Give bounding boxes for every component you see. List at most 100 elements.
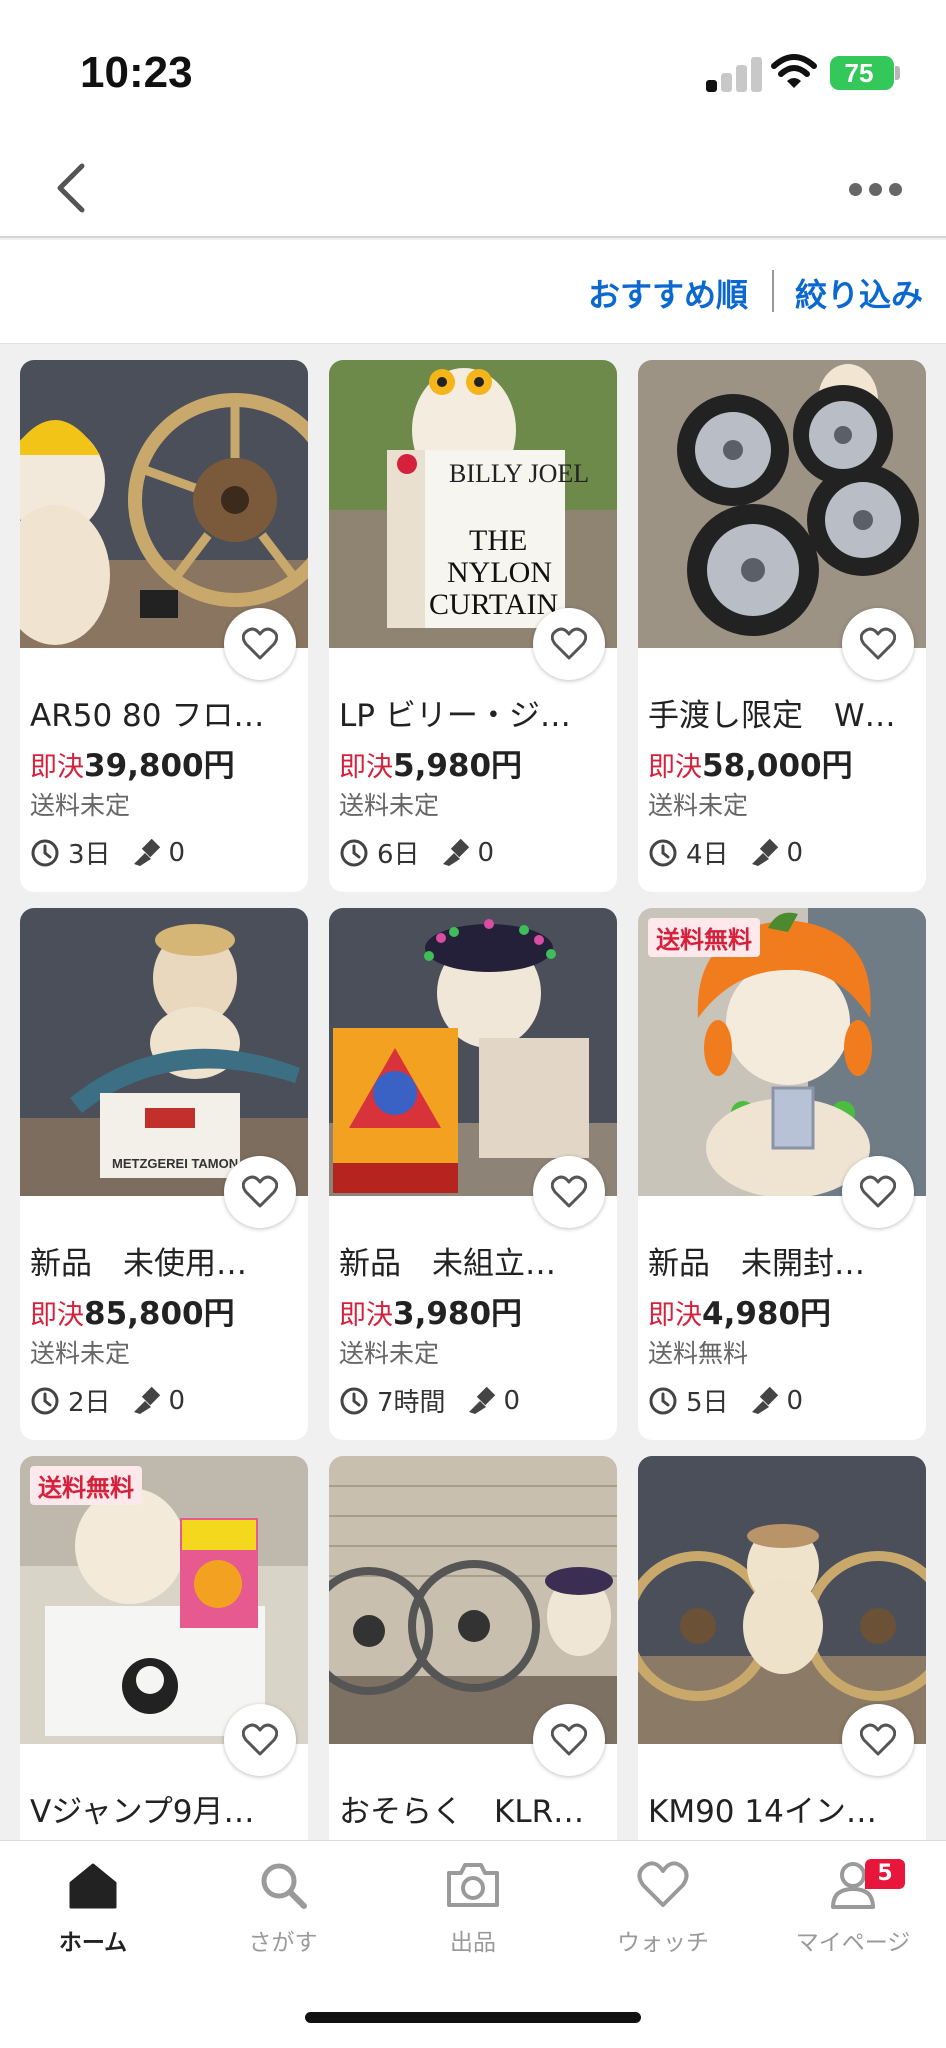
- tab-label: 出品: [450, 1930, 496, 1956]
- tab-home[interactable]: ホーム: [13, 1859, 173, 1999]
- meta-row: 6日 0: [339, 834, 495, 870]
- heart-icon: [242, 627, 278, 660]
- sort-button[interactable]: おすすめ順: [588, 270, 748, 316]
- time-left: 3日: [68, 840, 111, 870]
- price-row: 即決58,000円: [648, 740, 853, 785]
- gavel-icon: [133, 1386, 160, 1414]
- product-title: 新品 未開封…: [648, 1246, 865, 1282]
- time-left: 4日: [686, 840, 729, 870]
- gavel-icon: [468, 1386, 495, 1414]
- price-row: 即決4,980円: [648, 1288, 831, 1333]
- product-card[interactable]: おそらく KLR…: [329, 1456, 617, 1840]
- cellular-signal-icon: [706, 56, 766, 92]
- watch-button[interactable]: [533, 1156, 605, 1228]
- product-title: Vジャンプ9月…: [30, 1794, 255, 1830]
- time-left: 2日: [68, 1388, 111, 1418]
- shipping-info: 送料無料: [648, 1339, 749, 1368]
- sort-filter-bar: おすすめ順 絞り込み: [0, 240, 946, 344]
- heart-icon: [860, 627, 896, 660]
- watch-button[interactable]: [224, 608, 296, 680]
- free-shipping-badge: 送料無料: [648, 918, 760, 957]
- product-image[interactable]: [329, 1456, 617, 1744]
- lp-title-line-1: THE: [469, 524, 527, 557]
- battery-level: 75: [844, 58, 874, 88]
- heart-icon: [637, 1861, 689, 1907]
- meta-row: 3日 0: [30, 834, 186, 870]
- shipping-info: 送料未定: [339, 1339, 440, 1368]
- heart-icon: [242, 1175, 278, 1208]
- tab-label: さがす: [248, 1930, 318, 1956]
- lp-artist-text: BILLY JOEL: [449, 459, 589, 488]
- price-label: 即決: [648, 1300, 702, 1331]
- product-card[interactable]: 手渡し限定 W… 即決58,000円 送料未定 4日 0: [638, 360, 926, 892]
- product-title: KM90 14イン…: [648, 1794, 877, 1830]
- product-title: LP ビリー・ジ…: [339, 698, 571, 734]
- status-bar: 10:23 75: [0, 0, 946, 140]
- price-label: 即決: [339, 1300, 393, 1331]
- bid-count: 0: [786, 837, 804, 868]
- product-card[interactable]: METZGEREI TAMON 新品 未使用… 即決85,800円 送料未定 2…: [20, 908, 308, 1440]
- price-label: 即決: [30, 1300, 84, 1331]
- product-price: 85,800円: [84, 1296, 235, 1332]
- meta-row: 4日 0: [648, 834, 804, 870]
- shipping-info: 送料未定: [339, 791, 440, 820]
- product-image[interactable]: 送料無料: [20, 1456, 308, 1744]
- tab-sell[interactable]: 出品: [393, 1859, 553, 1999]
- gavel-icon: [133, 838, 160, 866]
- watch-button[interactable]: [842, 608, 914, 680]
- shipping-info: 送料未定: [648, 791, 749, 820]
- product-card[interactable]: 送料無料 Vジャンプ9月…: [20, 1456, 308, 1840]
- watch-button[interactable]: [224, 1156, 296, 1228]
- product-card[interactable]: KM90 14イン…: [638, 1456, 926, 1840]
- product-card[interactable]: 新品 未組立… 即決3,980円 送料未定 7時間 0: [329, 908, 617, 1440]
- tab-label: マイページ: [795, 1930, 911, 1956]
- status-time: 10:23: [80, 48, 193, 97]
- product-card[interactable]: 送料無料 新品 未開封… 即決4,980円 送料無料 5日 0: [638, 908, 926, 1440]
- lp-title-line-3: CURTAIN: [429, 588, 558, 621]
- bid-count: 0: [477, 837, 495, 868]
- product-card[interactable]: BILLY JOEL THE NYLON CURTAIN LP ビリー・ジ… 即…: [329, 360, 617, 892]
- watch-button[interactable]: [842, 1704, 914, 1776]
- price-row: 即決39,800円: [30, 740, 235, 785]
- watch-button[interactable]: [224, 1704, 296, 1776]
- search-icon: [261, 1863, 307, 1909]
- tab-search[interactable]: さがす: [203, 1859, 363, 1999]
- product-grid: AR50 80 フロ… 即決39,800円 送料未定 3日 0 BILLY JOE…: [0, 344, 946, 1840]
- product-image[interactable]: BILLY JOEL THE NYLON CURTAIN: [329, 360, 617, 648]
- product-title: 新品 未使用…: [30, 1246, 247, 1282]
- product-image[interactable]: [329, 908, 617, 1196]
- bid-count: 0: [168, 837, 186, 868]
- time-left: 5日: [686, 1388, 729, 1418]
- product-image[interactable]: 送料無料: [638, 908, 926, 1196]
- product-title: AR50 80 フロ…: [30, 698, 265, 734]
- watch-button[interactable]: [533, 608, 605, 680]
- filter-button[interactable]: 絞り込み: [795, 270, 923, 316]
- navigation-bar: [0, 140, 946, 238]
- product-image[interactable]: [638, 1456, 926, 1744]
- tab-watch[interactable]: ウォッチ: [583, 1859, 743, 1999]
- more-options-button[interactable]: [846, 162, 906, 212]
- product-card[interactable]: AR50 80 フロ… 即決39,800円 送料未定 3日 0: [20, 360, 308, 892]
- heart-icon: [242, 1723, 278, 1756]
- heart-icon: [860, 1175, 896, 1208]
- price-row: 即決5,980円: [339, 740, 522, 785]
- back-button[interactable]: [48, 148, 98, 228]
- notification-badge: 5: [865, 1859, 905, 1889]
- ellipsis-icon: [849, 183, 862, 196]
- watch-button[interactable]: [533, 1704, 605, 1776]
- price-label: 即決: [648, 752, 702, 783]
- product-image[interactable]: [20, 360, 308, 648]
- gavel-icon: [751, 838, 778, 866]
- price-label: 即決: [339, 752, 393, 783]
- meta-row: 5日 0: [648, 1382, 803, 1418]
- home-indicator[interactable]: [305, 2012, 641, 2023]
- wifi-icon: [770, 52, 818, 92]
- product-price: 3,980円: [393, 1296, 523, 1332]
- lp-title-line-2: NYLON: [447, 556, 552, 589]
- tab-label: ウォッチ: [617, 1930, 709, 1956]
- watch-button[interactable]: [842, 1156, 914, 1228]
- bid-count: 0: [503, 1385, 521, 1416]
- product-image[interactable]: [638, 360, 926, 648]
- tab-mypage[interactable]: マイページ 5: [773, 1859, 933, 1999]
- product-image[interactable]: METZGEREI TAMON: [20, 908, 308, 1196]
